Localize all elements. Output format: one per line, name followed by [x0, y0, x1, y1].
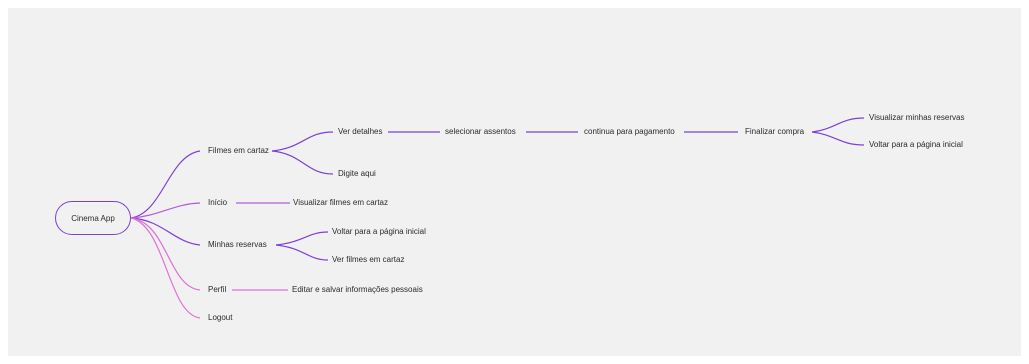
node-filmes-em-cartaz[interactable]: Filmes em cartaz — [208, 147, 269, 155]
edge-root-filmes — [130, 150, 201, 219]
edge-filmes-digite — [271, 150, 334, 175]
edge-root-inicio — [130, 202, 201, 219]
node-minhas-reservas[interactable]: Minhas reservas — [208, 241, 267, 249]
edge-root-logout — [130, 217, 201, 319]
root-node-cinema-app[interactable]: Cinema App — [55, 201, 131, 235]
node-inicio[interactable]: Início — [208, 199, 227, 207]
node-perfil[interactable]: Perfil — [208, 286, 226, 294]
node-ver-filmes-em-cartaz[interactable]: Ver filmes em cartaz — [332, 256, 404, 264]
mindmap-canvas: Cinema App Filmes em cartaz Início Minha… — [8, 8, 1021, 356]
edge-root-perfil — [130, 217, 201, 291]
node-visualizar-minhas-reservas[interactable]: Visualizar minhas reservas — [869, 114, 964, 122]
node-ver-detalhes[interactable]: Ver detalhes — [338, 128, 382, 136]
node-editar-salvar-informacoes[interactable]: Editar e salvar informações pessoais — [292, 286, 423, 294]
edge-finalizar-voltar — [811, 131, 865, 146]
edge-filmes-verdetalhes — [271, 131, 334, 152]
edge-reservas-verfilmes — [275, 244, 329, 261]
node-finalizar-compra[interactable]: Finalizar compra — [745, 128, 804, 136]
edge-reservas-voltar — [275, 231, 329, 246]
edge-finalizar-visualizar — [811, 117, 865, 133]
node-voltar-pagina-inicial-reservas[interactable]: Voltar para a página inicial — [332, 228, 426, 236]
node-visualizar-filmes-em-cartaz[interactable]: Visualizar filmes em cartaz — [293, 199, 388, 207]
mindmap-connectors — [130, 117, 865, 319]
node-voltar-pagina-inicial-compra[interactable]: Voltar para a página inicial — [869, 141, 963, 149]
node-selecionar-assentos[interactable]: selecionar assentos — [445, 128, 516, 136]
node-digite-aqui[interactable]: Digite aqui — [338, 170, 376, 178]
node-continua-pagamento[interactable]: continua para pagamento — [584, 128, 675, 136]
node-logout[interactable]: Logout — [208, 314, 232, 322]
edge-root-reservas — [130, 217, 201, 246]
